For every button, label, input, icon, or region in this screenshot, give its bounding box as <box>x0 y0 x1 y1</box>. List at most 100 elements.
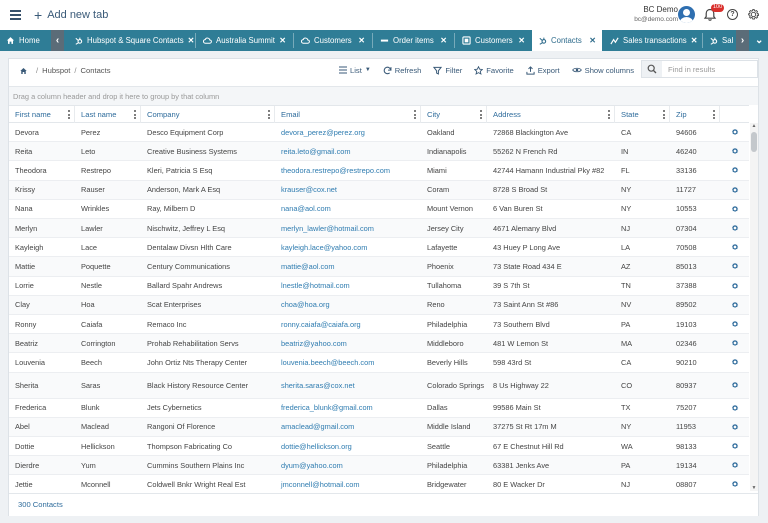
cell-email[interactable]: beatriz@yahoo.com <box>275 334 421 352</box>
table-row[interactable]: Theodora Restrepo Kleri, Patricia S Esq the… <box>9 161 749 181</box>
gear-icon[interactable] <box>731 128 739 136</box>
column-header-first-name[interactable]: First name <box>9 106 75 123</box>
cell-email[interactable]: theodora.restrepo@restrepo.com <box>275 161 421 179</box>
table-row[interactable]: Louvenia Beech John Ortiz Nts Therapy Cent… <box>9 353 749 373</box>
column-header-address[interactable]: Address <box>487 106 615 123</box>
tab-scroll-left-icon[interactable]: ‹ <box>51 30 64 51</box>
cell-email[interactable]: devora_perez@perez.org <box>275 123 421 141</box>
tab-scroll-right-icon[interactable]: › <box>736 30 749 51</box>
scroll-down-icon[interactable]: ▼ <box>751 485 757 491</box>
gear-icon[interactable] <box>731 404 739 412</box>
cell-email[interactable]: dottie@hellickson.org <box>275 437 421 455</box>
cell-email[interactable]: kayleigh.lace@yahoo.com <box>275 238 421 256</box>
close-icon[interactable]: ✕ <box>275 36 286 45</box>
tab-customers-2[interactable]: Customers ✕ <box>456 30 531 51</box>
close-icon[interactable]: ✕ <box>184 36 194 45</box>
tab-sales-transactions[interactable]: Sales transactions ✕ <box>604 30 701 51</box>
gear-icon[interactable] <box>731 442 739 450</box>
tab-home[interactable]: Home <box>0 30 48 51</box>
vertical-scrollbar[interactable]: ▲ ▼ <box>750 123 758 491</box>
search-button[interactable] <box>641 60 663 78</box>
table-row[interactable]: Sherita Saras Black History Resource Cente… <box>9 372 749 399</box>
column-header-company[interactable]: Company <box>141 106 275 123</box>
cell-email[interactable]: mattie@aol.com <box>275 257 421 275</box>
breadcrumb-hubspot[interactable]: Hubspot <box>42 66 70 75</box>
tab-menu[interactable]: ⌄ <box>751 30 768 51</box>
gear-icon[interactable] <box>747 8 760 21</box>
tab-customers[interactable]: Customers ✕ <box>295 30 371 51</box>
cell-email[interactable]: amaclead@gmail.com <box>275 418 421 436</box>
table-row[interactable]: Clay Hoa Scat Enterprises choa@hoa.org Reno 7… <box>9 295 749 315</box>
table-row[interactable]: Mattie Poquette Century Communications matt… <box>9 257 749 277</box>
table-row[interactable]: Devora Perez Desco Equipment Corp devora_pe… <box>9 123 749 143</box>
tab-order-items[interactable]: Order items ✕ <box>374 30 453 51</box>
user-info[interactable]: BC Demo bc@demo.com <box>634 5 678 23</box>
column-menu-icon[interactable] <box>713 110 715 119</box>
cell-email[interactable]: ronny.caiafa@caiafa.org <box>275 315 421 333</box>
column-header-email[interactable]: Email <box>275 106 421 123</box>
gear-icon[interactable] <box>731 186 739 194</box>
gear-icon[interactable] <box>731 262 739 270</box>
scrollbar-thumb[interactable] <box>751 132 757 152</box>
home-icon[interactable] <box>19 67 28 75</box>
favorite-button[interactable]: Favorite <box>474 65 514 75</box>
list-view-button[interactable]: List ▼ <box>339 66 371 75</box>
gear-icon[interactable] <box>731 423 739 431</box>
close-icon[interactable]: ✕ <box>687 36 698 45</box>
gear-icon[interactable] <box>731 358 739 366</box>
table-row[interactable]: Merlyn Lawler Nischwitz, Jeffrey L Esq merl… <box>9 219 749 239</box>
help-icon[interactable]: ? <box>727 9 738 20</box>
gear-icon[interactable] <box>731 224 739 232</box>
table-row[interactable]: Reita Leto Creative Business Systems reita.… <box>9 142 749 162</box>
table-row[interactable]: Nana Wrinkles Ray, Milbern D nana@aol.com Mo… <box>9 200 749 219</box>
gear-icon[interactable] <box>731 205 739 213</box>
column-menu-icon[interactable] <box>414 110 416 119</box>
table-row[interactable]: Lorrie Nestle Ballard Spahr Andrews lnestle… <box>9 277 749 296</box>
column-menu-icon[interactable] <box>68 110 70 119</box>
avatar[interactable] <box>678 6 695 23</box>
tab-hubspot-square-contacts[interactable]: Hubspot & Square Contacts ✕ <box>68 30 194 51</box>
cell-email[interactable]: reita.leto@gmail.com <box>275 142 421 160</box>
cell-email[interactable]: lnestle@hotmail.com <box>275 277 421 295</box>
close-icon[interactable]: ✕ <box>436 36 447 45</box>
table-row[interactable]: Jettie Mconnell Coldwell Bnkr Wright Real … <box>9 475 749 491</box>
column-menu-icon[interactable] <box>268 110 270 119</box>
group-drop-zone[interactable]: Drag a column header and drop it here to… <box>9 86 758 105</box>
add-new-tab-button[interactable]: + Add new tab <box>34 8 108 22</box>
close-icon[interactable]: ✕ <box>514 36 525 45</box>
table-row[interactable]: Dottie Hellickson Thompson Fabricating Co d… <box>9 437 749 457</box>
gear-icon[interactable] <box>731 301 739 309</box>
cell-email[interactable]: sherita.saras@cox.net <box>275 373 421 398</box>
tab-sales-truncated[interactable]: Sal <box>704 30 736 51</box>
column-menu-icon[interactable] <box>134 110 136 119</box>
table-row[interactable]: Beatriz Corrington Prohab Rehabilitation S… <box>9 334 749 354</box>
search-input[interactable] <box>662 60 758 78</box>
column-menu-icon[interactable] <box>608 110 610 119</box>
cell-email[interactable]: dyum@yahoo.com <box>275 456 421 474</box>
column-header-last-name[interactable]: Last name <box>75 106 141 123</box>
export-button[interactable]: Export <box>526 66 560 75</box>
gear-icon[interactable] <box>731 243 739 251</box>
gear-icon[interactable] <box>731 381 739 389</box>
table-row[interactable]: Ronny Caiafa Remaco Inc ronny.caiafa@caiafa… <box>9 315 749 335</box>
cell-email[interactable]: choa@hoa.org <box>275 296 421 314</box>
cell-email[interactable]: krauser@cox.net <box>275 181 421 199</box>
filter-button[interactable]: Filter <box>433 66 462 75</box>
column-menu-icon[interactable] <box>480 110 482 119</box>
table-row[interactable]: Abel Maclead Rangoni Of Florence amaclead@g… <box>9 417 749 437</box>
tab-australia-summit[interactable]: Australia Summit ✕ <box>197 30 292 51</box>
table-row[interactable]: Krissy Rauser Anderson, Mark A Esq krauser@… <box>9 180 749 200</box>
table-row[interactable]: Kayleigh Lace Dentalaw Divsn Hlth Care kayl… <box>9 238 749 258</box>
table-row[interactable]: Dierdre Yum Cummins Southern Plains Inc dyu… <box>9 456 749 476</box>
cell-email[interactable]: frederica_blunk@gmail.com <box>275 399 421 417</box>
scroll-up-icon[interactable]: ▲ <box>751 123 757 129</box>
gear-icon[interactable] <box>731 339 739 347</box>
show-columns-button[interactable]: Show columns <box>571 66 634 75</box>
hamburger-menu-icon[interactable] <box>10 10 21 20</box>
gear-icon[interactable] <box>731 282 739 290</box>
cell-email[interactable]: merlyn_lawler@hotmail.com <box>275 219 421 237</box>
column-header-zip[interactable]: Zip <box>670 106 720 123</box>
gear-icon[interactable] <box>731 320 739 328</box>
cell-email[interactable]: jmconnell@hotmail.com <box>275 475 421 491</box>
refresh-button[interactable]: Refresh <box>383 66 421 75</box>
